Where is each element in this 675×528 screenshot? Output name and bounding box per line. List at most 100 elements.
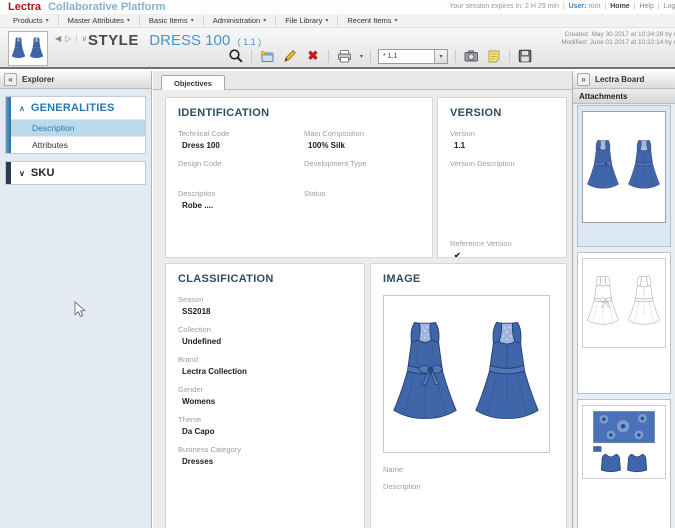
chevron-down-icon: ▾ <box>191 17 194 24</box>
mouse-cursor <box>74 301 88 324</box>
field-image-name: Name <box>383 465 554 474</box>
edit-pencil-icon[interactable] <box>282 48 298 64</box>
home-link[interactable]: Home <box>610 3 629 10</box>
field-main-composition: Main Composition 100% Silk <box>304 129 420 151</box>
user-value: root <box>588 3 600 10</box>
field-reference-version: Reference Version ✔ <box>450 239 554 258</box>
field-season: Season SS2018 <box>178 295 352 317</box>
fabric-swatch-image <box>584 407 664 477</box>
collapse-panel-icon[interactable]: « <box>4 73 17 86</box>
group-color-bar <box>6 97 11 153</box>
panel-title: IDENTIFICATION <box>178 107 420 119</box>
menu-recent-items[interactable]: Recent Items▾ <box>338 15 406 26</box>
style-name: DRESS 100 <box>149 32 230 49</box>
prev-record-icon[interactable]: ◀ <box>55 34 61 43</box>
style-thumbnail <box>8 31 48 66</box>
group-label: GENERALITIES <box>31 102 115 114</box>
chevron-down-icon: ▾ <box>46 17 49 24</box>
field-version: Version 1.1 <box>450 129 554 151</box>
group-generalities-header[interactable]: ∧ GENERALITIES <box>6 97 145 119</box>
expand-panel-icon[interactable]: » <box>577 73 590 86</box>
group-generalities: ∧ GENERALITIES Description Attributes <box>5 96 146 154</box>
user-label: User: <box>569 3 587 10</box>
attachment-thumbnail-fabric-swatch[interactable] <box>577 399 671 528</box>
field-gender: Gender Womens <box>178 385 352 407</box>
menu-basic-items[interactable]: Basic Items▾ <box>140 15 204 26</box>
group-sku: ∨ SKU <box>5 161 146 185</box>
attachments-list <box>577 105 671 528</box>
dress-pair-colored-image <box>583 138 665 196</box>
field-technical-code: Technical Code Dress 100 <box>178 129 294 151</box>
chevron-down-icon: ▾ <box>127 17 130 24</box>
brand-primary: Lectra <box>8 1 41 13</box>
field-version-description: Version Description <box>450 159 554 181</box>
tree-item-description[interactable]: Description <box>6 119 145 136</box>
field-brand: Brand Lectra Collection <box>178 355 352 377</box>
field-status: Status <box>304 189 420 211</box>
explorer-title: Explorer <box>22 75 54 84</box>
attachments-header: Attachments <box>573 89 675 104</box>
attachment-thumbnail-line-sketch[interactable] <box>577 252 671 394</box>
logout-link[interactable]: Logout <box>664 3 675 10</box>
menu-administration[interactable]: Administration▾ <box>204 15 277 26</box>
panel-title: CLASSIFICATION <box>178 273 352 285</box>
group-label: SKU <box>31 167 55 179</box>
main-area: Objectives IDENTIFICATION Technical Code… <box>153 71 572 528</box>
version-select[interactable]: * 1.1 ▾ <box>378 49 448 64</box>
app-logo: Lectra Collaborative Platform <box>8 1 165 13</box>
version-panel: VERSION Version 1.1 Version Description … <box>437 97 567 258</box>
record-navigation: ◀ ▷ | ∨ <box>55 34 87 43</box>
board-header: » Lectra Board <box>573 71 675 89</box>
version-select-value: * 1.1 <box>379 53 434 60</box>
explorer-panel: « Explorer ∧ GENERALITIES Description At… <box>0 71 152 528</box>
chevron-up-icon: ∧ <box>19 104 25 113</box>
check-icon: ✔ <box>450 251 554 258</box>
brand-secondary: Collaborative Platform <box>48 1 165 13</box>
entity-type-label: STYLE <box>88 32 139 49</box>
chevron-down-icon: ▾ <box>395 17 398 24</box>
field-description: Description Robe .... <box>178 189 294 211</box>
lectra-board-panel: » Lectra Board Attachments <box>572 71 675 528</box>
select-caret-icon[interactable]: ▾ <box>434 50 447 63</box>
explorer-tree: ∧ GENERALITIES Description Attributes ∨ … <box>5 96 146 185</box>
attachment-thumbnail-colored-sketch[interactable] <box>577 105 671 247</box>
new-item-icon[interactable] <box>259 48 275 64</box>
print-icon[interactable] <box>336 48 352 64</box>
main-menu-bar: Products▾ Master Attributes▾ Basic Items… <box>0 14 675 28</box>
notes-icon[interactable] <box>486 48 502 64</box>
camera-icon[interactable] <box>463 48 479 64</box>
style-header: ◀ ▷ | ∨ STYLE DRESS 100 ( 1.1 ) ✖ ▾ * 1.… <box>0 28 675 69</box>
top-bar: Lectra Collaborative Platform Your sessi… <box>0 0 675 14</box>
field-business-category: Business Category Dresses <box>178 445 352 467</box>
search-icon[interactable] <box>228 48 244 64</box>
created-text: Created: May 30 2017 at 10:34:29 by root <box>561 31 675 39</box>
field-collection: Collection Undefined <box>178 325 352 347</box>
audit-info: Created: May 30 2017 at 10:34:29 by root… <box>561 31 675 47</box>
explorer-header: « Explorer <box>0 71 151 89</box>
dress-front-back-image <box>385 318 549 430</box>
classification-panel: CLASSIFICATION Season SS2018 Collection … <box>165 263 365 528</box>
style-toolbar: ✖ ▾ * 1.1 ▾ <box>228 47 533 65</box>
help-link[interactable]: Help <box>639 3 653 10</box>
dress-pair-thumbnail <box>10 35 46 63</box>
delete-icon[interactable]: ✖ <box>305 48 321 64</box>
next-record-icon[interactable]: ▷ <box>65 34 71 43</box>
field-development-type: Development Type <box>304 159 420 181</box>
menu-file-library[interactable]: File Library▾ <box>276 15 338 26</box>
objectives-content: IDENTIFICATION Technical Code Dress 100 … <box>153 90 572 528</box>
session-bar: Your session expires in: 2 H 29 min | Us… <box>449 3 675 10</box>
style-image[interactable] <box>383 295 550 453</box>
menu-master-attributes[interactable]: Master Attributes▾ <box>59 15 140 26</box>
menu-products[interactable]: Products▾ <box>4 15 59 26</box>
print-dropdown-icon[interactable]: ▾ <box>360 53 363 60</box>
image-panel: IMAGE Name Description <box>370 263 567 528</box>
identification-panel: IDENTIFICATION Technical Code Dress 100 … <box>165 97 433 258</box>
field-image-description: Description <box>383 482 554 491</box>
save-icon[interactable] <box>517 48 533 64</box>
dress-pair-outline-image <box>583 274 665 332</box>
group-sku-header[interactable]: ∨ SKU <box>6 162 145 184</box>
tree-item-attributes[interactable]: Attributes <box>6 136 145 153</box>
nav-dropdown-icon[interactable]: ∨ <box>81 34 87 43</box>
board-title: Lectra Board <box>595 75 644 84</box>
panel-title: IMAGE <box>383 273 554 285</box>
